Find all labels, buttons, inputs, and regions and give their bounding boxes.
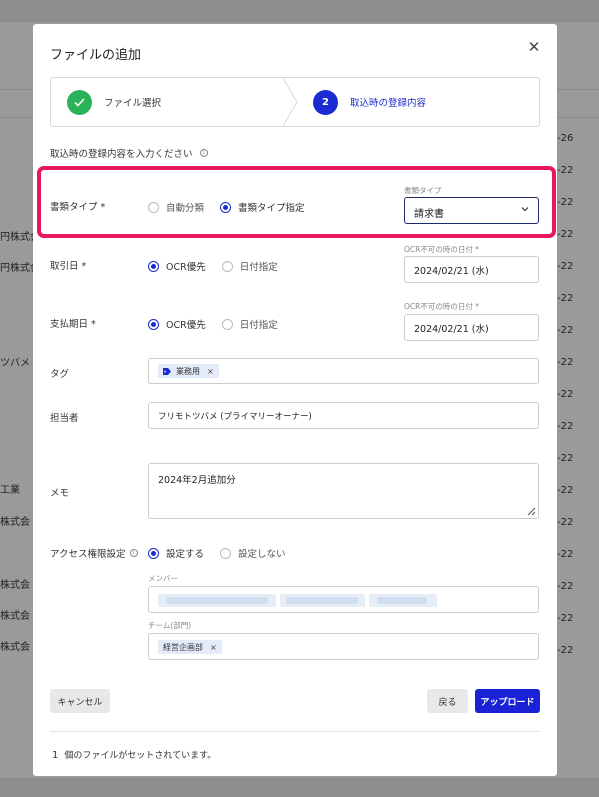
step-label: ファイル選択	[104, 98, 162, 109]
radio-label: 設定しない	[238, 549, 286, 560]
access-radio-group: 設定する 設定しない	[148, 546, 302, 560]
background-date: -22	[557, 421, 574, 432]
radio-label: 日付指定	[239, 320, 278, 331]
radio-label: OCR優先	[166, 262, 206, 273]
members-input[interactable]	[148, 586, 539, 613]
transaction-date-radio-group: OCR優先 日付指定	[148, 259, 294, 273]
due-date-radio-group: OCR優先 日付指定	[148, 317, 294, 331]
input-value: フリモトツバメ (プライマリーオーナー)	[158, 411, 312, 422]
check-icon	[67, 89, 92, 115]
due-date-caption: OCR不可の時の日付 *	[404, 302, 479, 311]
input-value: 2024/02/21 (水)	[414, 323, 489, 335]
memo-textarea[interactable]: 2024年2月追加分	[148, 463, 539, 519]
background-date: -22	[557, 453, 574, 464]
radio-label: OCR優先	[166, 320, 206, 331]
memo-value: 2024年2月追加分	[158, 475, 236, 486]
close-icon[interactable]: ✕	[525, 38, 543, 56]
radio-access-set[interactable]	[148, 547, 159, 559]
tag-icon	[163, 367, 171, 375]
background-date: -22	[557, 293, 574, 304]
radio-label: 設定する	[166, 549, 205, 560]
assignee-input[interactable]: フリモトツバメ (プライマリーオーナー)	[148, 402, 539, 429]
section-heading: 取込時の登録内容を入力ください i	[50, 146, 208, 160]
background-row-text: 工業	[0, 485, 20, 496]
input-value: 2024/02/21 (水)	[414, 265, 489, 277]
radio-ocr-priority[interactable]	[148, 260, 159, 272]
team-chip-label: 経営企画部	[163, 642, 203, 652]
tag-input[interactable]: 業務用 ×	[148, 358, 539, 384]
background-footer-bar	[0, 778, 599, 797]
step-divider	[283, 78, 298, 126]
step-number: 2	[313, 89, 338, 115]
add-file-modal: ファイルの追加 ✕ ファイル選択 2 取込時の登録内容 取込時の登録内容を入力く…	[33, 24, 557, 776]
radio-access-unset[interactable]	[220, 547, 232, 559]
background-date: -22	[557, 261, 574, 272]
background-date: -22	[557, 229, 574, 240]
step-file-select: ファイル選択	[67, 78, 161, 126]
access-label: アクセス権限設定	[50, 549, 126, 560]
radio-label: 日付指定	[239, 262, 278, 273]
background-date: -22	[557, 165, 574, 176]
radio-date-specify[interactable]	[221, 260, 233, 272]
background-row-text: 円株式会	[0, 263, 34, 274]
background-date: -22	[557, 517, 574, 528]
tag-chip-label: 業務用	[176, 366, 200, 376]
background-date: -22	[557, 357, 574, 368]
background-row-text: 株式会	[0, 517, 30, 528]
background-row-text: 株式会	[0, 642, 30, 653]
transaction-date-label: 取引日 *	[50, 261, 87, 272]
transaction-date-caption: OCR不可の時の日付 *	[404, 245, 479, 254]
upload-button[interactable]: アップロード	[475, 689, 540, 713]
radio-date-specify[interactable]	[221, 318, 233, 330]
step-label: 取込時の登録内容	[350, 98, 427, 109]
radio-ocr-priority[interactable]	[148, 318, 159, 330]
background-date: -22	[557, 485, 574, 496]
background-date: -22	[557, 197, 574, 208]
background-date: -22	[557, 549, 574, 560]
assignee-label: 担当者	[50, 413, 79, 424]
due-date-input[interactable]: 2024/02/21 (水)	[404, 314, 539, 341]
modal-title: ファイルの追加	[50, 48, 142, 63]
member-chip	[369, 594, 437, 607]
background-date: -22	[557, 581, 574, 592]
team-caption: チーム(部門)	[148, 621, 192, 630]
footer-divider	[50, 731, 540, 732]
access-label-wrap: アクセス権限設定 i	[50, 546, 138, 560]
team-chip: 経営企画部 ×	[158, 640, 222, 654]
members-caption: メンバー	[148, 574, 178, 583]
background-date: -22	[557, 389, 574, 400]
background-date: -22	[557, 645, 574, 656]
cancel-button[interactable]: キャンセル	[50, 689, 110, 713]
file-count-status: 1 個のファイルがセットされています。	[52, 748, 216, 761]
memo-label: メモ	[50, 488, 70, 499]
due-date-label: 支払期日 *	[50, 319, 96, 330]
background-date: -22	[557, 325, 574, 336]
stepper: ファイル選択 2 取込時の登録内容	[50, 77, 540, 127]
background-date: -22	[557, 613, 574, 624]
tag-label: タグ	[50, 369, 70, 380]
tag-chip: 業務用 ×	[158, 364, 219, 378]
team-input[interactable]: 経営企画部 ×	[148, 633, 539, 660]
transaction-date-input[interactable]: 2024/02/21 (水)	[404, 256, 539, 283]
member-chip	[158, 594, 276, 607]
background-date: -26	[557, 133, 574, 144]
file-count-text: 個のファイルがセットされています。	[64, 751, 217, 761]
remove-team-icon[interactable]: ×	[210, 643, 217, 652]
background-row-text: 株式会	[0, 611, 30, 622]
back-button[interactable]: 戻る	[427, 689, 468, 713]
section-heading-text: 取込時の登録内容を入力ください	[50, 149, 193, 160]
background-header-bar	[0, 0, 599, 22]
step-registration-details: 2 取込時の登録内容	[313, 78, 426, 126]
background-row-text: 円株式会	[0, 232, 34, 243]
annotation-highlight-box	[37, 166, 556, 238]
info-icon[interactable]: i	[129, 549, 138, 557]
info-icon[interactable]: i	[199, 149, 208, 157]
resize-handle-icon[interactable]	[526, 506, 536, 516]
member-chip	[280, 594, 365, 607]
background-row-text: ツバメ	[0, 358, 30, 369]
remove-tag-icon[interactable]: ×	[207, 367, 214, 376]
file-count: 1	[52, 750, 59, 761]
background-row-text: 株式会	[0, 580, 30, 591]
